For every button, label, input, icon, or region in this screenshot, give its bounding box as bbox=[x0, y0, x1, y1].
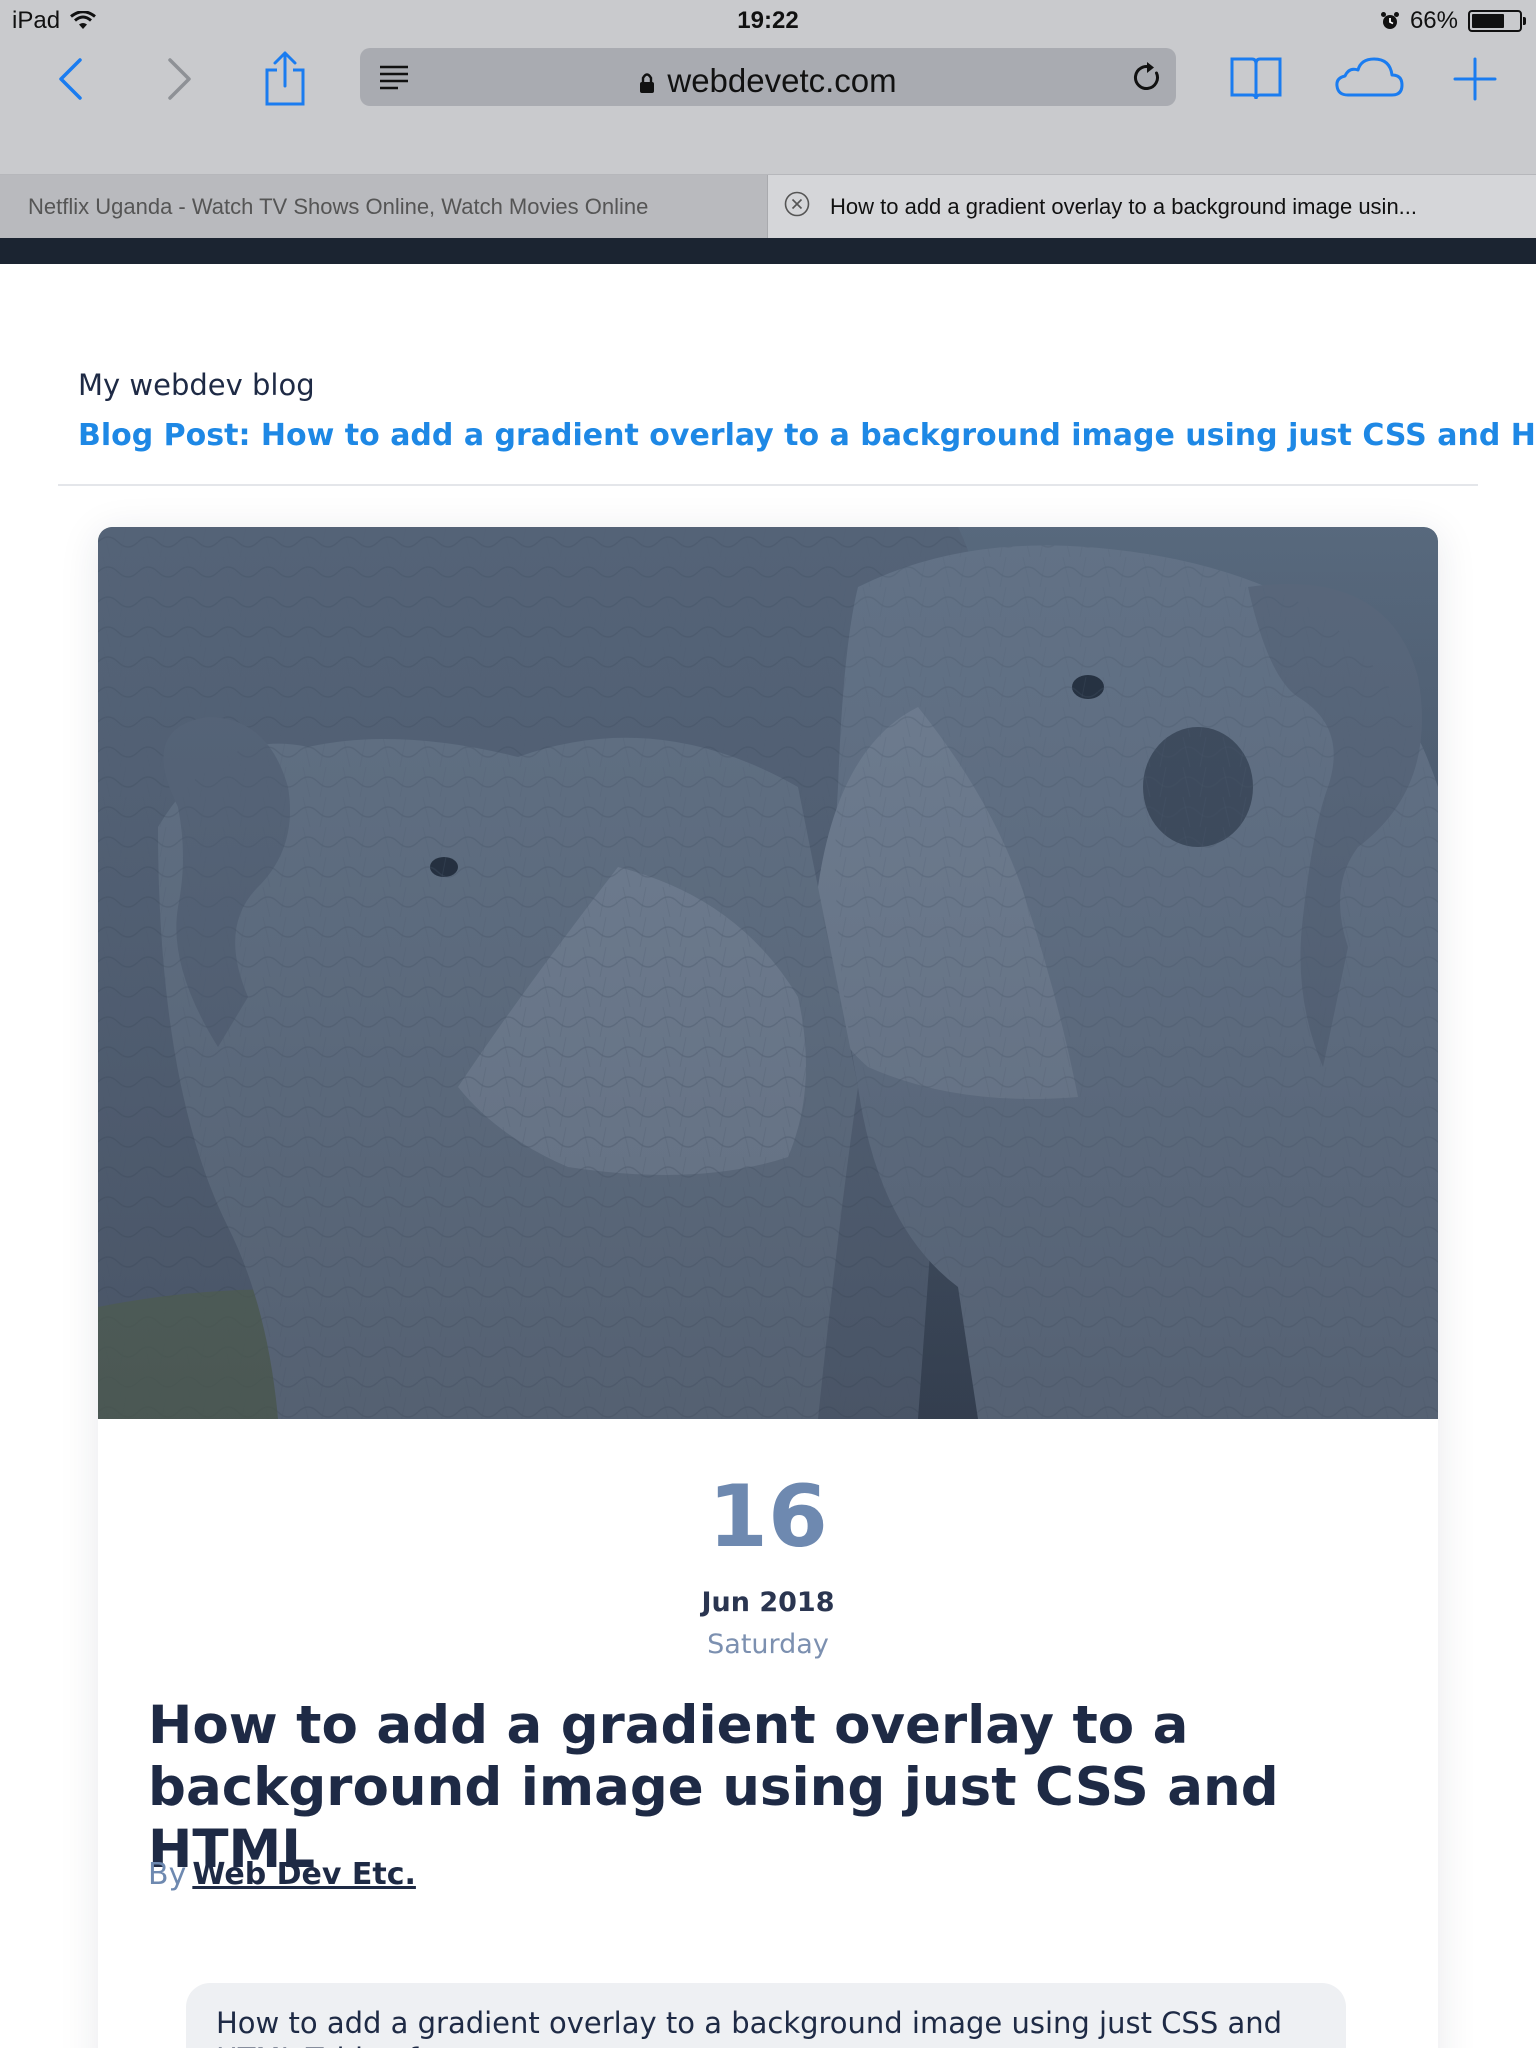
tab-bar: Netflix Uganda - Watch TV Shows Online, … bbox=[0, 174, 1536, 239]
back-button[interactable] bbox=[50, 54, 90, 104]
address-bar[interactable]: webdevetc.com bbox=[360, 48, 1176, 106]
browser-toolbar: webdevetc.com bbox=[0, 40, 1536, 174]
tab-title: Netflix Uganda - Watch TV Shows Online, … bbox=[28, 194, 649, 219]
elephants-photo bbox=[98, 527, 1438, 1419]
tab-title: How to add a gradient overlay to a backg… bbox=[830, 194, 1418, 219]
bookmarks-button[interactable] bbox=[1228, 50, 1284, 106]
lock-icon bbox=[640, 73, 655, 94]
share-button[interactable] bbox=[262, 48, 308, 108]
post-byline: By Web Dev Etc. bbox=[148, 1857, 416, 1892]
chevron-right-icon bbox=[168, 58, 191, 100]
toc-heading: How to add a gradient overlay to a backg… bbox=[216, 2006, 1283, 2048]
post-title: How to add a gradient overlay to a backg… bbox=[148, 1695, 1279, 1880]
site-nav-bar bbox=[0, 238, 1536, 264]
tab-gradient-post[interactable]: How to add a gradient overlay to a backg… bbox=[768, 175, 1536, 239]
url-domain: webdevetc.com bbox=[360, 62, 1176, 100]
hero-image bbox=[98, 527, 1438, 1419]
tab-close-button[interactable] bbox=[784, 191, 810, 223]
new-tab-button[interactable] bbox=[1450, 54, 1500, 104]
tab-netflix[interactable]: Netflix Uganda - Watch TV Shows Online, … bbox=[0, 175, 768, 239]
reload-button[interactable] bbox=[1132, 60, 1162, 99]
alarm-icon bbox=[1380, 12, 1399, 29]
close-icon bbox=[784, 191, 810, 217]
battery-icon bbox=[1468, 10, 1526, 32]
battery-percent: 66% bbox=[1409, 7, 1458, 34]
book-icon bbox=[1230, 57, 1282, 100]
byline-label: By bbox=[148, 1857, 187, 1892]
chevron-left-icon bbox=[59, 58, 82, 100]
status-time: 19:22 bbox=[737, 7, 799, 34]
site-title[interactable]: My webdev blog bbox=[78, 368, 315, 402]
post-date-weekday: Saturday bbox=[707, 1629, 829, 1660]
header-divider bbox=[58, 484, 1478, 486]
share-icon bbox=[265, 51, 305, 106]
post-date-day: 16 bbox=[708, 1467, 828, 1567]
table-of-contents: How to add a gradient overlay to a backg… bbox=[186, 1983, 1346, 2048]
cloud-icon bbox=[1335, 57, 1404, 97]
breadcrumb-link[interactable]: Blog Post: How to add a gradient overlay… bbox=[78, 418, 1536, 453]
status-bar: iPad 19:22 66% bbox=[0, 0, 1536, 40]
post-card: 16 Jun 2018 Saturday How to add a gradie… bbox=[98, 527, 1438, 2048]
icloud-tabs-button[interactable] bbox=[1334, 52, 1404, 102]
plus-icon bbox=[1453, 57, 1497, 101]
author-link[interactable]: Web Dev Etc. bbox=[192, 1857, 416, 1892]
post-date-month: Jun 2018 bbox=[701, 1587, 835, 1618]
forward-button[interactable] bbox=[160, 54, 200, 104]
reload-icon bbox=[1133, 62, 1159, 91]
url-text: webdevetc.com bbox=[667, 62, 897, 99]
